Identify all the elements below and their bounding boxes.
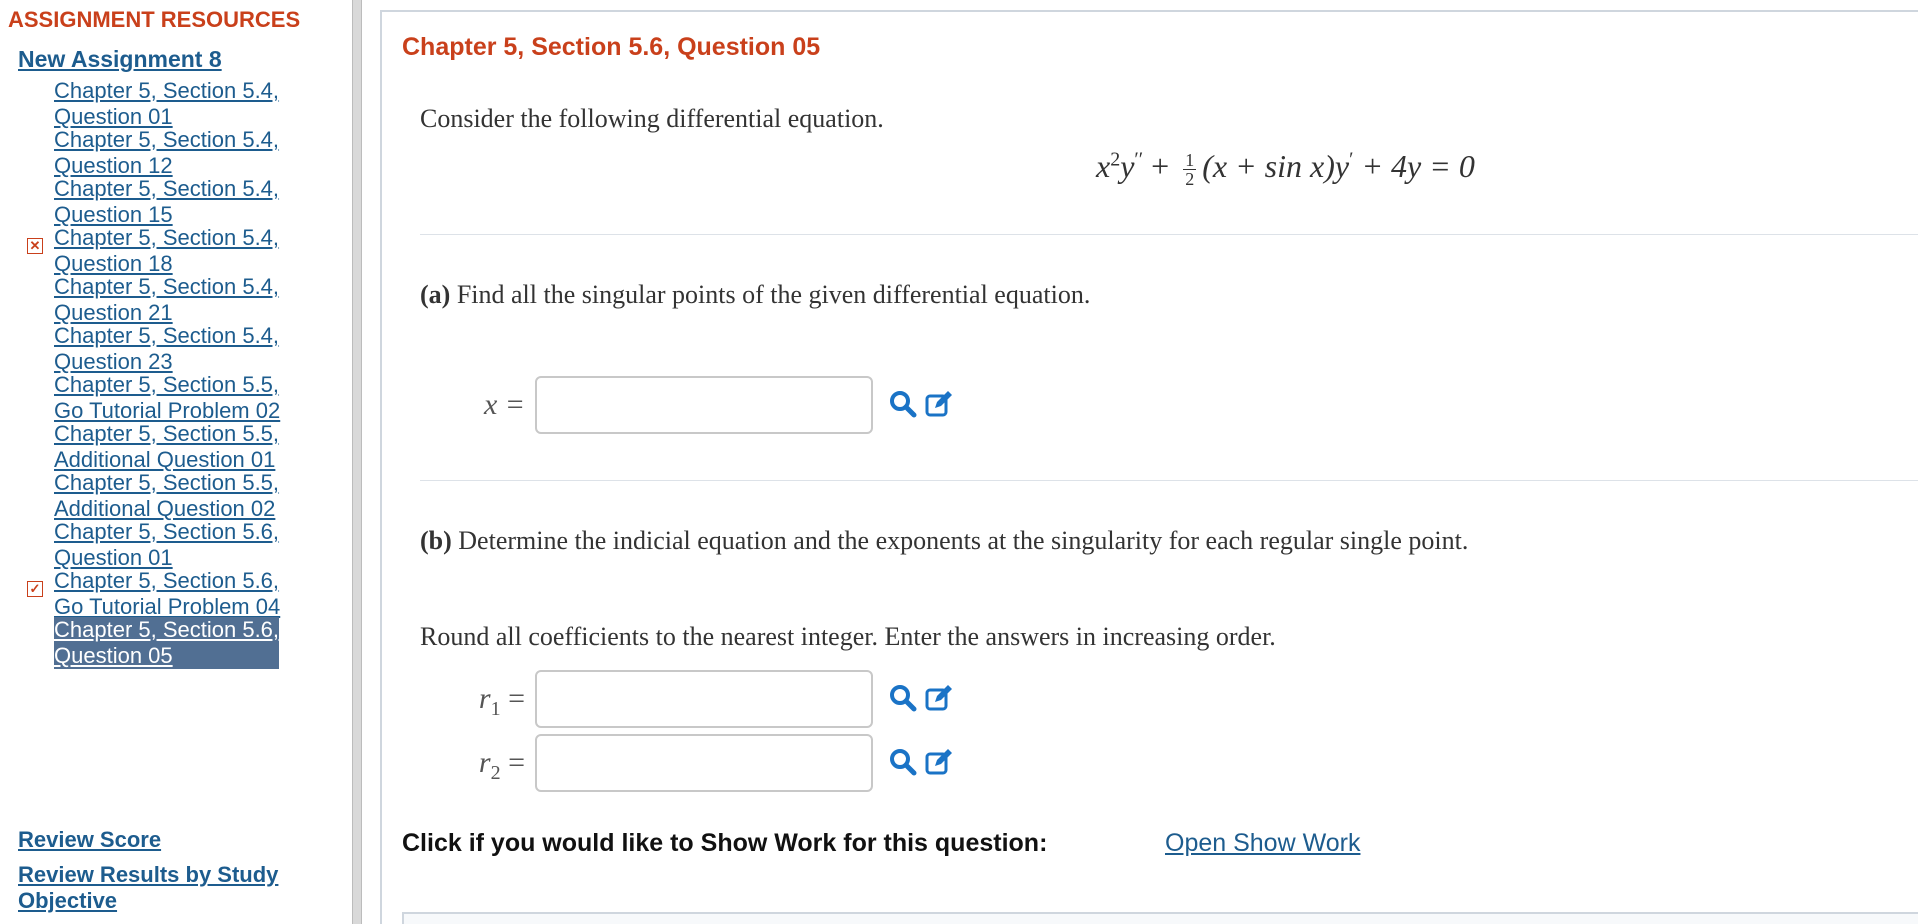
eq-frac-den: 2 xyxy=(1185,169,1195,190)
sidebar-question-item[interactable]: ✓ Chapter 5, Section 5.6, Go Tutorial Pro… xyxy=(0,568,352,624)
open-show-work-link[interactable]: Open Show Work xyxy=(1165,829,1360,858)
edit-icon[interactable] xyxy=(924,683,954,713)
edit-icon[interactable] xyxy=(924,389,954,419)
r2-input[interactable] xyxy=(535,734,873,792)
sidebar-question-item[interactable]: Chapter 5, Section 5.4, Question 15 xyxy=(0,176,352,232)
sidebar-question-link[interactable]: Chapter 5, Section 5.4, Question 23 xyxy=(54,323,279,375)
search-icon[interactable] xyxy=(888,747,918,777)
singular-points-input[interactable] xyxy=(535,376,873,434)
r1-var: r xyxy=(478,682,491,715)
r1-answer-tools xyxy=(888,683,954,717)
r2-var: r xyxy=(478,746,491,779)
r2-subscript: 2 xyxy=(490,762,501,784)
review-score-link[interactable]: Review Score xyxy=(18,827,161,853)
eq-frac-num: 1 xyxy=(1183,150,1197,171)
sidebar-question-link[interactable]: Chapter 5, Section 5.4, Question 21 xyxy=(54,274,279,326)
divider-line xyxy=(420,480,1918,481)
eq-rest: + 4y = 0 xyxy=(1353,148,1475,184)
sidebar-question-link[interactable]: Chapter 5, Section 5.6, Question 01 xyxy=(54,519,279,571)
edit-icon[interactable] xyxy=(924,747,954,777)
eq-double-prime: ′′ xyxy=(1134,148,1144,171)
sidebar-question-link[interactable]: Chapter 5, Section 5.5, Additional Quest… xyxy=(54,470,279,522)
r2-label: r2 = xyxy=(425,746,525,785)
sidebar-question-item[interactable]: Chapter 5, Section 5.6, Question 05 xyxy=(0,617,352,673)
review-results-link[interactable]: Review Results by Study Objective xyxy=(18,862,338,914)
assignment-sidebar: ASSIGNMENT RESOURCES New Assignment 8 Ch… xyxy=(0,0,352,924)
part-a-text: Find all the singular points of the give… xyxy=(450,280,1091,309)
part-b-prompt: (b) Determine the indicial equation and … xyxy=(420,526,1468,556)
sidebar-question-item[interactable]: Chapter 5, Section 5.4, Question 01 xyxy=(0,78,352,134)
divider-line xyxy=(420,234,1918,235)
r2-answer-tools xyxy=(888,747,954,781)
rounding-instruction: Round all coefficients to the nearest in… xyxy=(420,622,1276,651)
sidebar-question-link[interactable]: Chapter 5, Section 5.4, Question 18 xyxy=(54,225,279,277)
sidebar-question-item[interactable]: Chapter 5, Section 5.5, Additional Quest… xyxy=(0,470,352,526)
r2-equals: = xyxy=(508,746,525,779)
sidebar-question-item[interactable]: ✕ Chapter 5, Section 5.4, Question 18 xyxy=(0,225,352,281)
sidebar-question-item[interactable]: Chapter 5, Section 5.4, Question 12 xyxy=(0,127,352,183)
sidebar-title: ASSIGNMENT RESOURCES xyxy=(8,7,301,32)
eq-paren: (x + sin x)y xyxy=(1202,148,1350,184)
eq-exponent: 2 xyxy=(1110,148,1121,171)
sidebar-question-link[interactable]: Chapter 5, Section 5.4, Question 01 xyxy=(54,78,279,130)
sidebar-question-link[interactable]: Chapter 5, Section 5.5, Go Tutorial Prob… xyxy=(54,372,280,424)
sidebar-question-link[interactable]: Chapter 5, Section 5.6, Question 05 xyxy=(54,617,280,669)
r1-equals: = xyxy=(508,682,525,715)
eq-x: x xyxy=(1096,148,1111,184)
sidebar-resize-handle[interactable] xyxy=(352,0,362,924)
r1-subscript: 1 xyxy=(490,698,501,720)
sidebar-question-link[interactable]: Chapter 5, Section 5.5, Additional Quest… xyxy=(54,421,279,473)
search-icon[interactable] xyxy=(888,389,918,419)
x-label: x = xyxy=(425,388,525,422)
r1-input[interactable] xyxy=(535,670,873,728)
part-b-label: (b) xyxy=(420,526,452,555)
sidebar-question-item[interactable]: Chapter 5, Section 5.5, Go Tutorial Prob… xyxy=(0,372,352,428)
partial-check-icon: ✓ xyxy=(27,581,43,597)
eq-y: y xyxy=(1120,148,1135,184)
question-intro: Consider the following differential equa… xyxy=(420,104,884,133)
x-answer-tools xyxy=(888,389,954,423)
part-a-label: (a) xyxy=(420,280,451,309)
x-label-text: x = xyxy=(483,388,525,421)
sidebar-question-link[interactable]: Chapter 5, Section 5.4, Question 15 xyxy=(54,176,279,228)
sidebar-question-link[interactable]: Chapter 5, Section 5.4, Question 12 xyxy=(54,127,279,179)
show-work-panel xyxy=(402,912,1918,924)
part-b-text: Determine the indicial equation and the … xyxy=(451,526,1469,555)
show-work-label: Click if you would like to Show Work for… xyxy=(402,829,1048,857)
incorrect-x-icon: ✕ xyxy=(27,238,43,254)
part-a-prompt: (a) Find all the singular points of the … xyxy=(420,280,1090,310)
sidebar-question-item[interactable]: Chapter 5, Section 5.6, Question 01 xyxy=(0,519,352,575)
sidebar-question-link[interactable]: Chapter 5, Section 5.6, Go Tutorial Prob… xyxy=(54,568,280,620)
assignment-link[interactable]: New Assignment 8 xyxy=(18,46,222,73)
sidebar-question-item[interactable]: Chapter 5, Section 5.4, Question 21 xyxy=(0,274,352,330)
r1-label: r1 = xyxy=(425,682,525,721)
eq-fraction: 12 xyxy=(1183,150,1197,190)
search-icon[interactable] xyxy=(888,683,918,713)
eq-plus: + xyxy=(1143,148,1178,184)
sidebar-question-item[interactable]: Chapter 5, Section 5.5, Additional Quest… xyxy=(0,421,352,477)
sidebar-question-item[interactable]: Chapter 5, Section 5.4, Question 23 xyxy=(0,323,352,379)
question-title: Chapter 5, Section 5.6, Question 05 xyxy=(402,33,821,61)
differential-equation: x2y′′ + 1 2 (x + sin x)y′ + 4y = 0 xyxy=(1096,148,1475,188)
